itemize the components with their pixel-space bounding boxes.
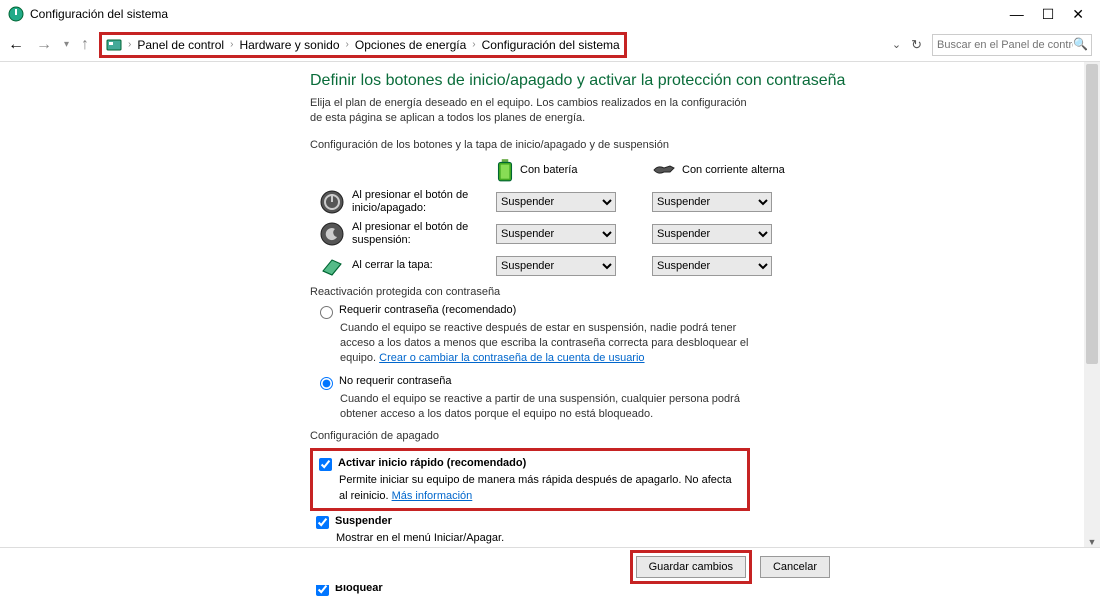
- power-button-icon: [320, 190, 344, 214]
- shutdown-section-heading: Configuración de apagado: [310, 430, 1060, 442]
- fastboot-highlight: Activar inicio rápido (recomendado) Perm…: [310, 448, 750, 511]
- dropdown-history-icon[interactable]: ▾: [64, 39, 69, 50]
- maximize-button[interactable]: ☐: [1042, 6, 1055, 23]
- col-ac-label: Con corriente alterna: [682, 164, 785, 176]
- lid-battery-select[interactable]: Suspender: [496, 256, 616, 276]
- battery-icon: [496, 157, 514, 183]
- search-input[interactable]: [932, 34, 1092, 56]
- address-dropdown-icon[interactable]: ⌄: [892, 38, 901, 51]
- power-battery-select[interactable]: Suspender: [496, 192, 616, 212]
- row-sleep-label: Al presionar el botón de suspensión:: [352, 221, 480, 247]
- crumb-panel[interactable]: Panel de control: [137, 38, 224, 52]
- chevron-right-icon: ›: [346, 39, 349, 50]
- back-button[interactable]: ←: [8, 36, 24, 54]
- no-password-label: No requerir contraseña: [339, 375, 452, 387]
- no-password-radio[interactable]: [320, 377, 333, 390]
- lid-ac-select[interactable]: Suspender: [652, 256, 772, 276]
- change-password-link[interactable]: Crear o cambiar la contraseña de la cuen…: [379, 352, 644, 364]
- plug-icon: [652, 162, 676, 178]
- scrollbar[interactable]: ▲ ▼: [1084, 62, 1100, 547]
- require-password-label: Requerir contraseña (recomendado): [339, 304, 516, 316]
- suspend-desc: Mostrar en el menú Iniciar/Apagar.: [336, 531, 1060, 546]
- forward-button[interactable]: →: [36, 36, 52, 54]
- search-icon: 🔍: [1073, 37, 1088, 51]
- fastboot-checkbox[interactable]: [319, 458, 332, 471]
- window-title: Configuración del sistema: [30, 7, 1010, 21]
- navbar: ← → ▾ ↑ › Panel de control › Hardware y …: [0, 28, 1100, 62]
- row-lid-label: Al cerrar la tapa:: [352, 259, 433, 272]
- fastboot-label: Activar inicio rápido (recomendado): [338, 457, 526, 469]
- crumb-system-config[interactable]: Configuración del sistema: [482, 38, 620, 52]
- require-password-desc: Cuando el equipo se reactive después de …: [340, 321, 770, 367]
- sleep-battery-select[interactable]: Suspender: [496, 224, 616, 244]
- lid-icon: [320, 254, 344, 278]
- close-button[interactable]: ✕: [1072, 6, 1084, 23]
- buttons-section-heading: Configuración de los botones y la tapa d…: [310, 139, 1060, 151]
- breadcrumb[interactable]: › Panel de control › Hardware y sonido ›…: [99, 32, 627, 58]
- crumb-hardware[interactable]: Hardware y sonido: [239, 38, 339, 52]
- scroll-thumb[interactable]: [1086, 64, 1098, 364]
- fastboot-desc: Permite iniciar su equipo de manera más …: [339, 473, 741, 504]
- page-description: Elija el plan de energía deseado en el e…: [310, 96, 760, 127]
- no-password-desc: Cuando el equipo se reactive a partir de…: [340, 392, 770, 423]
- scroll-down-icon[interactable]: ▼: [1084, 537, 1100, 547]
- control-panel-icon: [106, 37, 122, 53]
- footer: Guardar cambios Cancelar: [0, 547, 1100, 585]
- require-password-radio[interactable]: [320, 306, 333, 319]
- titlebar: Configuración del sistema — ☐ ✕: [0, 0, 1100, 28]
- cancel-button[interactable]: Cancelar: [760, 556, 830, 578]
- fastboot-moreinfo-link[interactable]: Más información: [392, 490, 473, 502]
- power-panel-icon: [8, 6, 24, 22]
- chevron-right-icon: ›: [128, 39, 131, 50]
- row-power-label: Al presionar el botón de inicio/apagado:: [352, 189, 480, 215]
- crumb-energy[interactable]: Opciones de energía: [355, 38, 466, 52]
- minimize-button[interactable]: —: [1010, 6, 1024, 23]
- power-ac-select[interactable]: Suspender: [652, 192, 772, 212]
- save-button-highlight: Guardar cambios: [630, 550, 752, 584]
- col-battery-label: Con batería: [520, 164, 577, 176]
- main-content: Definir los botones de inicio/apagado y …: [0, 62, 1100, 596]
- password-section-heading: Reactivación protegida con contraseña: [310, 286, 1060, 298]
- sleep-button-icon: [320, 222, 344, 246]
- suspend-checkbox[interactable]: [316, 516, 329, 529]
- chevron-right-icon: ›: [472, 39, 475, 50]
- suspend-label: Suspender: [335, 515, 392, 527]
- sleep-ac-select[interactable]: Suspender: [652, 224, 772, 244]
- refresh-icon[interactable]: ↻: [911, 37, 922, 53]
- up-button[interactable]: ↑: [81, 36, 89, 54]
- save-button[interactable]: Guardar cambios: [636, 556, 746, 578]
- page-title: Definir los botones de inicio/apagado y …: [310, 72, 1060, 90]
- chevron-right-icon: ›: [230, 39, 233, 50]
